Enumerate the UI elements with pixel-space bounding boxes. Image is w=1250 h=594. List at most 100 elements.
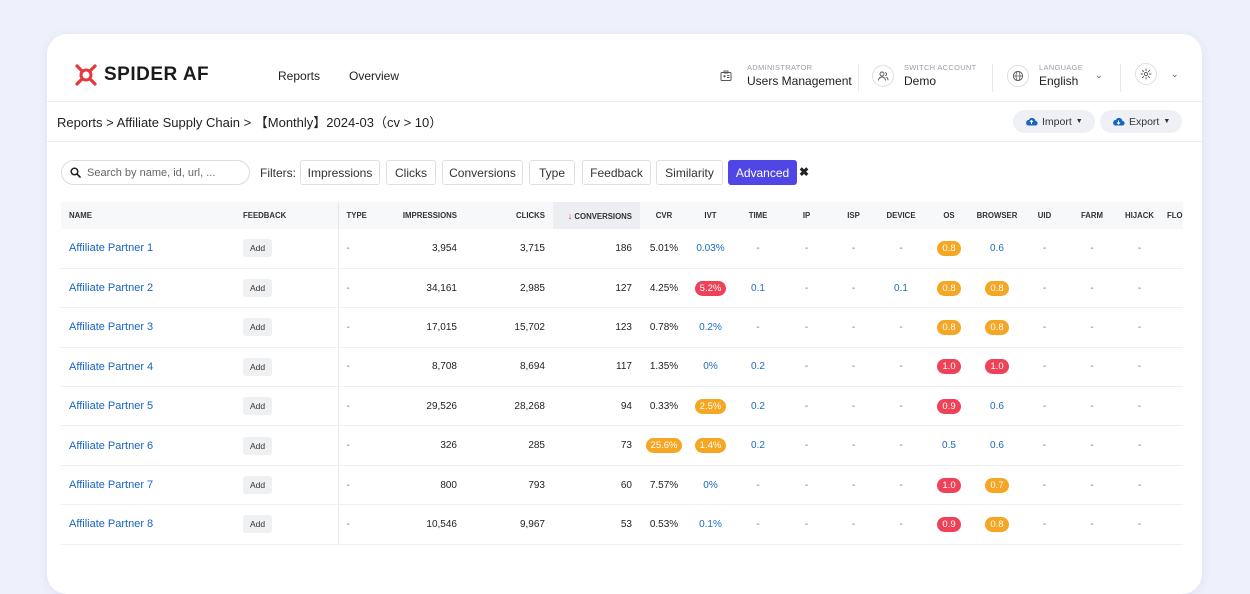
table-row[interactable]: Affiliate Partner 1 Add - 3,954 3,715 186 5.01… [61,229,1183,269]
column-header-name[interactable]: NAME [61,202,235,229]
affiliate-name-link[interactable]: Affiliate Partner 6 [69,440,153,452]
column-header-ip[interactable]: IP [783,202,830,229]
cell-device: - [877,229,925,269]
cell-name: Affiliate Partner 4 [61,347,235,388]
filter-similarity[interactable]: Similarity [656,160,723,185]
cell-isp-value: - [851,321,856,333]
cell-device: - [877,425,925,466]
cell-time-value[interactable]: 0.2 [751,361,765,372]
cell-ivt-value[interactable]: 0.03% [696,243,724,254]
column-header-isp[interactable]: ISP [830,202,877,229]
add-feedback-button[interactable]: Add [243,515,273,534]
affiliate-name-link[interactable]: Affiliate Partner 4 [69,361,153,373]
table-row[interactable]: Affiliate Partner 4 Add - 8,708 8,694 117 1.35… [61,347,1183,388]
export-button[interactable]: Export ▼ [1100,110,1183,133]
score-badge: 0.8 [985,319,1009,335]
search-box[interactable] [61,160,250,185]
add-feedback-button[interactable]: Add [243,436,273,455]
cell-ivt-value[interactable]: 0.2% [699,322,722,333]
cell-isp: - [830,386,877,427]
table-row[interactable]: Affiliate Partner 8 Add - 10,546 9,967 53 0.53… [61,504,1183,545]
add-feedback-button[interactable]: Add [243,476,273,495]
table-row[interactable]: Affiliate Partner 3 Add - 17,015 15,702 123 0.… [61,307,1183,348]
cell-device-value[interactable]: 0.1 [894,283,908,294]
users-management-menu[interactable]: ADMINISTRATOR Users Management [715,63,852,88]
import-button[interactable]: Import ▼ [1013,110,1095,133]
table-row[interactable]: Affiliate Partner 2 Add - 34,161 2,985 127 4.2… [61,268,1183,309]
filter-conversions[interactable]: Conversions [442,160,523,185]
filter-advanced[interactable]: Advanced [728,160,797,185]
column-header-type[interactable]: TYPE [337,202,396,229]
cell-ivt-value[interactable]: 0% [703,361,717,372]
column-header-cvr[interactable]: CVR [640,202,688,229]
cell-os-value[interactable]: 0.5 [942,440,956,451]
cell-conversions-value: 127 [615,282,632,294]
cell-browser: 0.7 [973,465,1021,506]
add-feedback-button[interactable]: Add [243,397,273,416]
filter-clicks[interactable]: Clicks [386,160,436,185]
column-header-ivt[interactable]: IVT [688,202,733,229]
affiliate-name-link[interactable]: Affiliate Partner 5 [69,400,153,412]
add-feedback-button[interactable]: Add [243,239,273,258]
cell-time-value[interactable]: 0.2 [751,440,765,451]
table-row[interactable]: Affiliate Partner 5 Add - 29,526 28,268 94 0.3… [61,386,1183,427]
cell-device: - [877,465,925,506]
cell-conversions: 73 [553,425,640,466]
cell-impressions-value: 8,708 [431,361,457,373]
affiliate-name-link[interactable]: Affiliate Partner 1 [69,242,153,254]
cell-ip-value: - [804,242,809,254]
cell-ivt-value[interactable]: 0.1% [699,519,722,530]
nav-overview[interactable]: Overview [349,69,399,83]
cell-browser-value[interactable]: 0.6 [990,243,1004,254]
brand-logo[interactable]: SPIDER AF [75,64,209,86]
nav-reports[interactable]: Reports [278,69,320,83]
cell-isp-value: - [851,282,856,294]
cell-os: 1.0 [925,465,973,506]
cell-time-value[interactable]: 0.1 [751,283,765,294]
cell-browser-value[interactable]: 0.6 [990,440,1004,451]
cell-cvr-value: 7.57% [649,479,679,491]
affiliate-name-link[interactable]: Affiliate Partner 2 [69,282,153,294]
column-header-time[interactable]: TIME [733,202,783,229]
search-input[interactable] [87,166,237,179]
add-feedback-button[interactable]: Add [243,279,273,298]
cell-ip: - [783,504,830,545]
column-header-clicks[interactable]: CLICKS [465,202,553,229]
column-header-impressions[interactable]: IMPRESSIONS [396,202,465,229]
filter-feedback[interactable]: Feedback [582,160,651,185]
column-header-browser[interactable]: BROWSER [973,202,1021,229]
globe-icon [1007,64,1029,87]
column-header-uid[interactable]: UID [1021,202,1068,229]
add-feedback-button[interactable]: Add [243,357,273,376]
cell-hijack-value: - [1137,518,1142,530]
column-header-os[interactable]: OS [925,202,973,229]
column-header-flo[interactable]: FLO [1163,202,1183,229]
add-feedback-button[interactable]: Add [243,318,273,337]
table-row[interactable]: Affiliate Partner 6 Add - 326 285 73 25.6% 1.4%… [61,425,1183,466]
language-menu[interactable]: LANGUAGE English ⌄ [1007,63,1103,88]
affiliate-name-link[interactable]: Affiliate Partner 7 [69,479,153,491]
clear-filter-icon[interactable]: ✖ [799,165,809,179]
column-header-farm[interactable]: FARM [1068,202,1116,229]
cell-clicks: 8,694 [465,347,553,388]
cell-uid: - [1021,386,1068,427]
table-row[interactable]: Affiliate Partner 7 Add - 800 793 60 7.57% 0% - -… [61,465,1183,506]
breadcrumb[interactable]: Reports > Affiliate Supply Chain > 【Mont… [57,112,442,131]
filter-impressions[interactable]: Impressions [300,160,380,185]
cell-ip: - [783,425,830,466]
settings-menu[interactable]: ⌄ [1135,63,1179,85]
switch-account-menu[interactable]: SWITCH ACCOUNT Demo [872,63,977,88]
affiliate-name-link[interactable]: Affiliate Partner 3 [69,321,153,333]
score-badge: 0.9 [937,398,961,414]
cell-browser: 0.8 [973,268,1021,309]
column-header-device[interactable]: DEVICE [877,202,925,229]
cell-browser-value[interactable]: 0.6 [990,401,1004,412]
cell-ivt-value[interactable]: 0% [703,480,717,491]
column-header-conversions[interactable]: ↓ CONVERSIONS [553,202,640,229]
column-header-feedback[interactable]: FEEDBACK [235,202,338,229]
affiliate-name-link[interactable]: Affiliate Partner 8 [69,518,153,530]
cell-ip-value: - [804,440,809,452]
filter-type[interactable]: Type [529,160,575,185]
cell-time-value[interactable]: 0.2 [751,401,765,412]
column-header-hijack[interactable]: HIJACK [1116,202,1163,229]
